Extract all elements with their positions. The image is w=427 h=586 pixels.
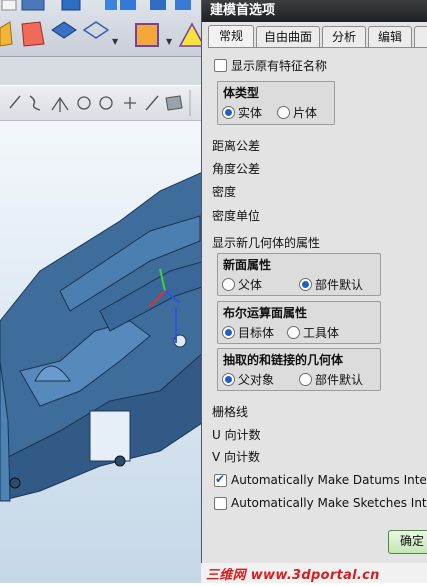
snap-toolbar [0, 86, 205, 121]
extracted-parent-object-label: 父对象 [238, 373, 275, 387]
extracted-part-default-radio[interactable] [299, 373, 312, 386]
cube-blue-icon [105, 0, 117, 10]
boolean-face-props-title: 布尔运算面属性 [223, 306, 308, 320]
body-type-title: 体类型 [223, 86, 260, 100]
snap-icons [9, 90, 191, 116]
auto-make-datums-checkbox[interactable] [214, 472, 227, 487]
shaded-box-icon [21, 21, 45, 47]
body-type-solid-radio[interactable] [222, 106, 235, 119]
new-face-part-default-radio[interactable] [299, 278, 312, 291]
dropdown-arrow2-icon: ▼ [166, 37, 173, 46]
density-unit-label: 密度单位 [212, 209, 261, 223]
density-label: 密度 [212, 185, 237, 199]
tab-more[interactable] [414, 26, 427, 47]
cube-icon [61, 0, 81, 11]
extracted-linked-geometry-title: 抽取的和链接的几何体 [223, 353, 344, 367]
line-snap-icon [9, 95, 21, 109]
quadrant-snap-icon [99, 96, 113, 110]
boolean-face-props-group: 布尔运算面属性 目标体 工具体 [217, 301, 381, 344]
midpoint-snap-icon [51, 96, 69, 112]
cube-blue3-icon [150, 0, 166, 10]
extracted-part-default-label: 部件默认 [315, 373, 364, 387]
boolean-tool-radio[interactable] [287, 326, 300, 339]
toolbar-icons: ▼ ▼ [0, 0, 206, 47]
v-count-label: V 向计数 [212, 450, 261, 464]
watermark: 三维网 www.3dportal.cn [206, 568, 380, 583]
cube-blue4-icon [175, 0, 191, 10]
model-foot-1 [9, 477, 21, 489]
general-tab-panel: 显示原有特征名称 体类型 实体 片体 距离公差 角度公差 密度 密度单位 显示新… [208, 47, 427, 552]
auto-make-sketches-label: Automatically Make Sketches Inte [231, 496, 427, 510]
tab-freeform[interactable]: 自由曲面 [256, 26, 320, 47]
die-model-body [0, 170, 206, 502]
boolean-target-radio[interactable] [222, 326, 235, 339]
cube-blue2-icon [120, 0, 136, 10]
new-face-props-group: 新面属性 父体 部件默认 [217, 253, 381, 296]
ok-button[interactable]: 确定 [388, 530, 427, 554]
show-original-feature-name-checkbox[interactable] [214, 59, 227, 72]
toolbar-gap [0, 57, 205, 85]
new-face-parent-label: 父体 [238, 278, 263, 292]
distance-tolerance-label: 距离公差 [212, 139, 261, 153]
dropdown-arrow-icon: ▼ [112, 37, 119, 46]
wire-box-icon [82, 21, 110, 39]
extracted-linked-geometry-group: 抽取的和链接的几何体 父对象 部件默认 [217, 348, 381, 391]
sheet-icon [1, 0, 17, 11]
box-icon [21, 0, 45, 11]
curve-snap-icon [29, 95, 41, 111]
new-face-part-default-label: 部件默认 [315, 278, 364, 292]
body-type-group: 体类型 实体 片体 [217, 81, 335, 125]
u-count-label: U 向计数 [212, 428, 261, 442]
model-foot-2 [114, 455, 126, 467]
boolean-tool-label: 工具体 [303, 326, 340, 340]
dialog-title: 建模首选项 [202, 0, 427, 22]
auto-make-datums-label: Automatically Make Datums Inter [231, 473, 427, 487]
tab-edit[interactable]: 编辑 [368, 26, 412, 47]
tab-general[interactable]: 常规 [208, 25, 254, 48]
main-toolbar: ▼ ▼ [0, 0, 206, 57]
layer-icon [135, 23, 159, 47]
modeling-preferences-dialog: 建模首选项 常规 自由曲面 分析 编辑 显示原有特征名称 体类型 实体 片体 距… [201, 0, 427, 583]
point-snap-icon [124, 97, 136, 109]
body-type-solid-label: 实体 [238, 106, 263, 120]
boolean-target-label: 目标体 [238, 326, 275, 340]
center-snap-icon [77, 96, 91, 110]
body-type-sheet-radio[interactable] [277, 106, 290, 119]
show-original-feature-name-label: 显示原有特征名称 [231, 59, 328, 73]
new-geometry-props-label: 显示新几何体的属性 [212, 236, 321, 250]
model-pad [89, 410, 131, 462]
extracted-parent-object-radio[interactable] [222, 373, 235, 386]
graphics-viewport[interactable] [0, 121, 206, 583]
auto-make-sketches-checkbox[interactable] [214, 497, 227, 510]
grid-lines-label: 栅格线 [212, 405, 249, 419]
shaded-face-icon [0, 21, 13, 47]
cad-model [0, 170, 206, 502]
new-face-parent-radio[interactable] [222, 278, 235, 291]
intersect-snap-icon [145, 95, 159, 111]
angle-tolerance-label: 角度公差 [212, 162, 261, 176]
new-face-props-title: 新面属性 [223, 258, 272, 272]
tab-analysis[interactable]: 分析 [322, 26, 366, 47]
solid-box-icon [51, 21, 77, 39]
face-snap-icon [165, 95, 183, 111]
body-type-sheet-label: 片体 [293, 106, 318, 120]
